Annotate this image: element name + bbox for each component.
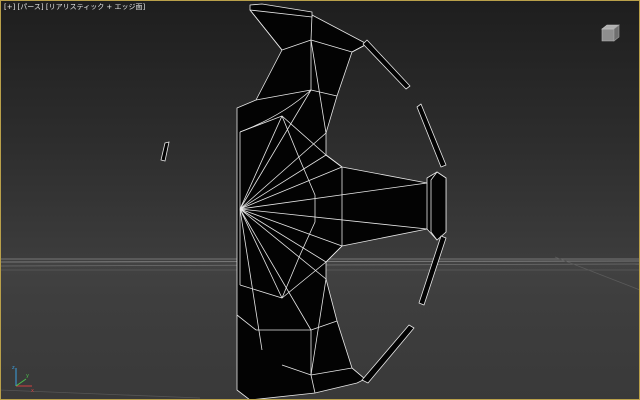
axis-label-y: y: [26, 373, 29, 379]
rim-segment-bottom[interactable]: [361, 324, 415, 384]
rim-segment-top[interactable]: [362, 39, 411, 90]
axis-tripod-icon: x y z: [12, 365, 34, 394]
viewport-label[interactable]: [+] [パース] [リアリスティック + エッジ面]: [4, 3, 145, 12]
stray-fragment-object[interactable]: [160, 141, 170, 162]
rim-segment-lower-right[interactable]: [418, 235, 447, 306]
grid-line: [554, 256, 640, 291]
mesh-object-main[interactable]: [236, 9, 447, 400]
viewport-scene[interactable]: [0, 0, 640, 400]
mesh-rim-right[interactable]: [430, 171, 447, 241]
axis-label-x: x: [31, 388, 34, 394]
perspective-viewport[interactable]: x y z [+] [パース] [リアリスティック + エッジ面]: [0, 0, 640, 400]
axis-label-z: z: [12, 365, 15, 371]
rim-segment-upper-right[interactable]: [416, 103, 447, 168]
viewcube-icon[interactable]: [599, 22, 621, 44]
